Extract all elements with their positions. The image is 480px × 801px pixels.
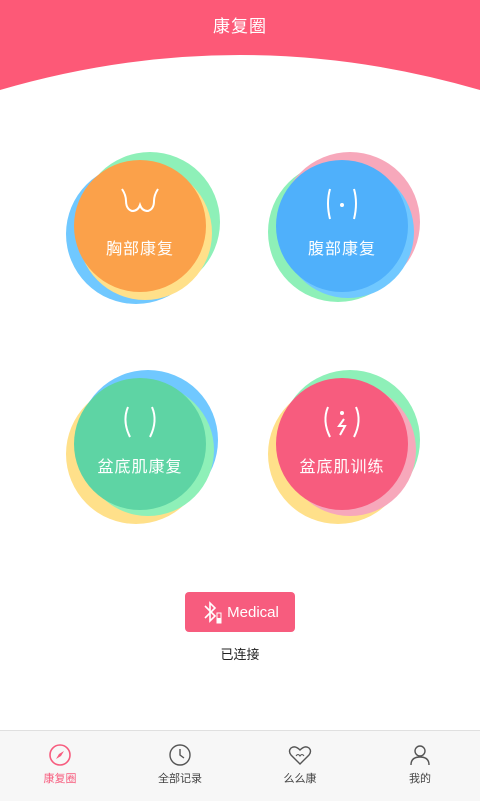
tile-chest-rehab[interactable]: 胸部康复 (66, 152, 220, 304)
person-icon (410, 745, 430, 766)
tile-label: 盆底肌康复 (97, 457, 183, 476)
tab-mine[interactable]: 我的 (360, 731, 480, 801)
tab-all-records[interactable]: 全部记录 (120, 731, 240, 801)
clock-icon (169, 744, 191, 766)
tile-circle: 腹部康复 (276, 160, 408, 292)
tab-label: 我的 (409, 772, 431, 785)
abdomen-icon (327, 188, 357, 220)
tile-circle: 盆底肌训练 (276, 378, 408, 510)
page-title: 康复圈 (213, 17, 267, 37)
tab-rehab-circle[interactable]: 康复圈 (0, 731, 120, 801)
tab-label: 全部记录 (158, 772, 202, 785)
tile-label: 腹部康复 (307, 239, 376, 258)
tile-circle: 盆底肌康复 (74, 378, 206, 510)
tab-memekang[interactable]: 么么康 (240, 731, 360, 801)
pelvic-icon (124, 406, 156, 438)
heart-icon (288, 746, 312, 765)
tile-label: 胸部康复 (105, 239, 174, 258)
device-connect-button[interactable]: Medical (185, 592, 295, 632)
tab-label: 康复圈 (43, 772, 77, 785)
tile-abdomen-rehab[interactable]: 腹部康复 (268, 152, 420, 302)
tile-circle: 胸部康复 (74, 160, 206, 292)
bottom-tab-bar: 康复圈 全部记录 么么康 我的 (0, 730, 480, 801)
device-name: Medical (227, 603, 279, 621)
tile-pelvic-training[interactable]: 盆底肌训练 (268, 370, 420, 524)
tile-label: 盆底肌训练 (299, 457, 385, 476)
chest-icon (121, 188, 159, 213)
bluetooth-icon (204, 601, 222, 624)
tile-pelvic-rehab[interactable]: 盆底肌康复 (66, 370, 218, 524)
header: 康复圈 (0, 0, 480, 100)
compass-icon (49, 744, 71, 766)
tab-label: 么么康 (283, 772, 317, 785)
pelvic-training-icon (324, 406, 360, 438)
connection-status: 已连接 (220, 648, 260, 663)
